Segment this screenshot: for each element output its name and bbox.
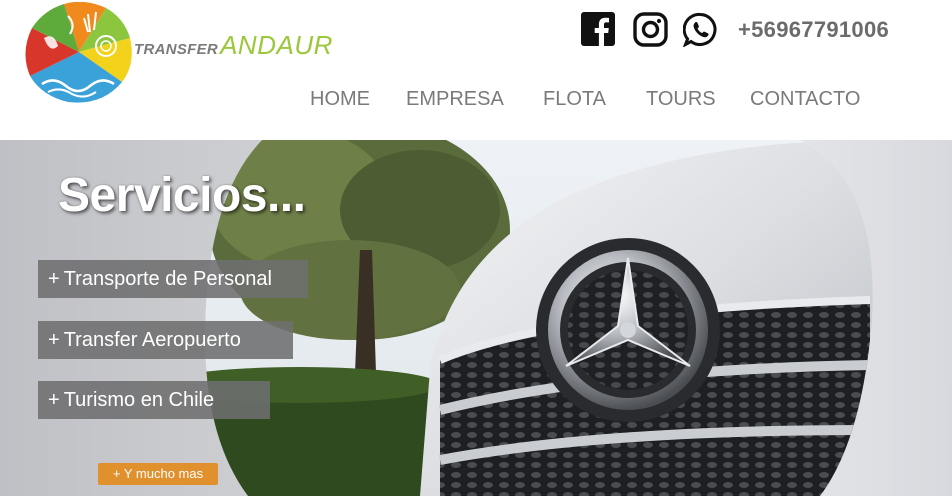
phone-number[interactable]: +56967791006	[738, 17, 889, 43]
service-transfer-aeropuerto[interactable]: + Transfer Aeropuerto	[38, 321, 293, 359]
brand-name[interactable]: TRANSFER ANDAUR	[134, 30, 333, 61]
service-label: Transporte de Personal	[63, 268, 272, 290]
brand-name-big: ANDAUR	[220, 30, 333, 60]
nav-item-tours[interactable]: TOURS	[646, 88, 716, 111]
facebook-icon	[581, 12, 615, 46]
service-plus: +	[48, 268, 60, 290]
hero-banner: Servicios... + Transporte de Personal + Tr…	[0, 140, 952, 496]
main-nav: HOME EMPRESA FLOTA TOURS CONTACTO	[0, 88, 952, 114]
instagram-icon	[633, 12, 668, 47]
nav-item-empresa[interactable]: EMPRESA	[406, 88, 504, 111]
site-header: TRANSFER ANDAUR +56967791006 HOME EMPRES…	[0, 0, 952, 140]
nav-item-flota[interactable]: FLOTA	[543, 88, 606, 111]
nav-item-home[interactable]: HOME	[310, 88, 370, 111]
whatsapp-link[interactable]	[683, 12, 718, 47]
nav-item-contacto[interactable]: CONTACTO	[750, 88, 860, 111]
service-plus: +	[48, 389, 60, 411]
service-turismo-chile[interactable]: + Turismo en Chile	[38, 381, 270, 419]
service-label: Transfer Aeropuerto	[63, 329, 241, 351]
whatsapp-icon	[683, 12, 717, 47]
brand-name-small: TRANSFER	[134, 41, 219, 58]
facebook-link[interactable]	[581, 12, 615, 46]
hero-title: Servicios...	[58, 169, 306, 222]
service-transporte-personal[interactable]: + Transporte de Personal	[38, 260, 308, 298]
more-services-button[interactable]: + Y mucho mas	[98, 463, 218, 485]
instagram-link[interactable]	[633, 12, 668, 47]
service-plus: +	[48, 329, 60, 351]
service-label: Turismo en Chile	[63, 389, 215, 411]
